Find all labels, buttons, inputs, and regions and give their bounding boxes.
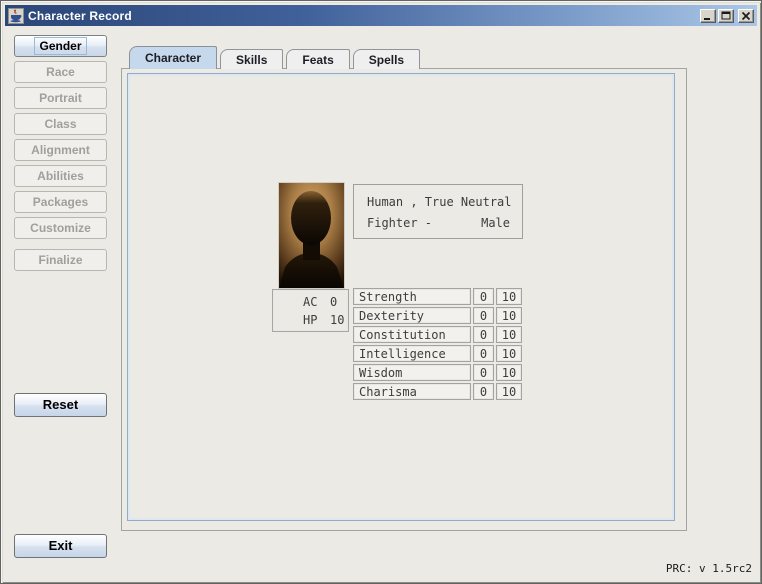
summary-class: Fighter - — [367, 213, 432, 234]
summary-gender: Male — [481, 213, 510, 234]
sidebar-button-gender[interactable]: Gender — [14, 35, 107, 57]
tab-skills[interactable]: Skills — [220, 49, 283, 69]
sidebar-button-gender-label: Gender — [34, 37, 86, 55]
exit-button[interactable]: Exit — [14, 534, 107, 558]
hp-value: 10 — [330, 313, 344, 327]
close-button[interactable] — [738, 9, 754, 23]
sidebar-button-customize: Customize — [14, 217, 107, 239]
tab-spells[interactable]: Spells — [353, 49, 420, 69]
ability-bonus: 0 — [473, 288, 494, 305]
character-portrait — [278, 182, 345, 289]
window-title: Character Record — [28, 9, 132, 23]
ability-name: Strength — [353, 288, 471, 305]
ability-bonus: 0 — [473, 383, 494, 400]
summary-race-alignment: Human , True Neutral — [367, 192, 510, 213]
ability-bonus: 0 — [473, 345, 494, 362]
reset-button[interactable]: Reset — [14, 393, 107, 417]
ability-score: 10 — [496, 364, 522, 381]
window-controls — [700, 9, 754, 23]
maximize-button[interactable] — [718, 9, 734, 23]
character-record-window: Character Record Gender Race Portrait Cl… — [0, 0, 762, 584]
ability-name: Wisdom — [353, 364, 471, 381]
sidebar-button-packages: Packages — [14, 191, 107, 213]
ability-bonus: 0 — [473, 307, 494, 324]
ability-score: 10 — [496, 383, 522, 400]
ability-bonus: 0 — [473, 326, 494, 343]
ability-row-constitution: Constitution 0 10 — [353, 326, 522, 343]
minimize-icon — [703, 11, 713, 21]
ability-row-dexterity: Dexterity 0 10 — [353, 307, 522, 324]
maximize-icon — [721, 11, 731, 21]
tab-feats[interactable]: Feats — [286, 49, 349, 69]
ability-name: Charisma — [353, 383, 471, 400]
sidebar-button-finalize: Finalize — [14, 249, 107, 271]
sidebar-button-portrait: Portrait — [14, 87, 107, 109]
character-summary-box: Human , True Neutral Fighter - Male — [353, 184, 523, 239]
sidebar-button-alignment: Alignment — [14, 139, 107, 161]
ability-score: 10 — [496, 307, 522, 324]
close-icon — [741, 11, 751, 21]
ability-row-charisma: Charisma 0 10 — [353, 383, 522, 400]
ac-value: 0 — [330, 295, 337, 309]
ability-row-intelligence: Intelligence 0 10 — [353, 345, 522, 362]
ability-row-wisdom: Wisdom 0 10 — [353, 364, 522, 381]
sidebar-button-class: Class — [14, 113, 107, 135]
sidebar-button-race: Race — [14, 61, 107, 83]
tab-strip: Character Skills Feats Spells — [129, 46, 420, 69]
minimize-button[interactable] — [700, 9, 716, 23]
ac-hp-box: AC 0 HP 10 — [272, 289, 349, 332]
ability-score: 10 — [496, 326, 522, 343]
ability-score: 10 — [496, 288, 522, 305]
abilities-table: Strength 0 10 Dexterity 0 10 Constitutio… — [353, 288, 522, 402]
ability-bonus: 0 — [473, 364, 494, 381]
java-app-icon — [8, 8, 24, 24]
ability-name: Dexterity — [353, 307, 471, 324]
sidebar-button-abilities: Abilities — [14, 165, 107, 187]
tab-character[interactable]: Character — [129, 46, 217, 69]
hp-label: HP — [303, 313, 330, 327]
version-label: PRC: v 1.5rc2 — [666, 562, 752, 575]
ability-score: 10 — [496, 345, 522, 362]
ability-name: Constitution — [353, 326, 471, 343]
title-bar: Character Record — [5, 5, 757, 26]
ability-name: Intelligence — [353, 345, 471, 362]
ability-row-strength: Strength 0 10 — [353, 288, 522, 305]
ac-label: AC — [303, 295, 330, 309]
wizard-step-sidebar: Gender Race Portrait Class Alignment Abi… — [14, 35, 107, 275]
